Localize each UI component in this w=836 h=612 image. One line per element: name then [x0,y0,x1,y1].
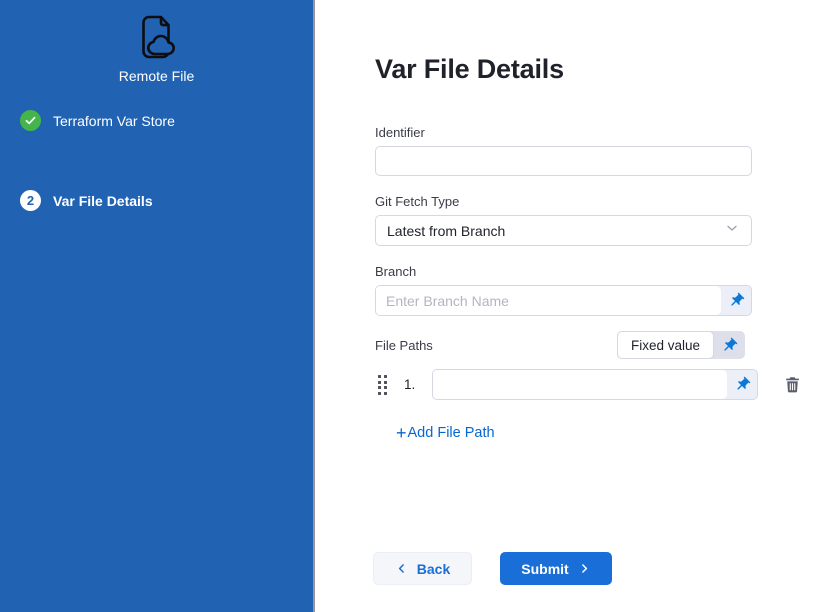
page-title: Var File Details [375,54,564,85]
sidebar-step-var-file-details[interactable]: 2 Var File Details [20,190,153,211]
file-path-input-group [432,369,758,400]
file-paths-type-group: Fixed value [617,331,745,359]
chevron-left-icon [395,562,408,575]
chevron-right-icon [578,562,591,575]
drag-handle-icon[interactable] [378,375,387,395]
branch-input[interactable] [376,286,721,315]
back-button[interactable]: Back [373,552,472,585]
identifier-label: Identifier [375,125,425,140]
wizard-sidebar: Remote File Terraform Var Store 2 Var Fi… [0,0,315,612]
add-file-path-button[interactable]: + Add File Path [396,424,495,442]
git-fetch-type-value: Latest from Branch [387,223,724,239]
chevron-down-icon [724,220,740,241]
file-path-pin-button[interactable] [727,370,757,399]
var-file-wizard: Remote File Terraform Var Store 2 Var Fi… [0,0,836,612]
file-path-row: 1. [315,368,836,401]
branch-pin-button[interactable] [721,286,751,315]
trash-icon [783,374,802,395]
sidebar-step-terraform-var-store[interactable]: Terraform Var Store [20,110,175,131]
pin-icon [721,337,738,354]
row-number: 1. [404,368,415,401]
plus-icon: + [396,424,407,442]
back-button-label: Back [417,561,450,577]
branch-label: Branch [375,264,416,279]
branch-input-group [375,285,752,316]
file-paths-label: File Paths [375,338,433,353]
identifier-input[interactable] [375,146,752,176]
fixed-value-selector[interactable]: Fixed value [617,331,714,359]
pin-icon [734,376,751,393]
remote-file-cloud-icon [131,12,183,64]
step-label: Var File Details [53,193,153,209]
add-file-path-label: Add File Path [408,425,495,441]
store-type-label: Remote File [0,68,313,84]
file-paths-header: File Paths Fixed value [375,331,745,359]
git-fetch-type-label: Git Fetch Type [375,194,459,209]
submit-button-label: Submit [521,561,568,577]
step-label: Terraform Var Store [53,113,175,129]
file-paths-pin-button[interactable] [714,331,745,359]
delete-row-button[interactable] [783,374,802,400]
var-file-details-panel: Var File Details Identifier Git Fetch Ty… [315,0,836,612]
git-fetch-type-select[interactable]: Latest from Branch [375,215,752,246]
check-circle-icon [20,110,41,131]
submit-button[interactable]: Submit [500,552,612,585]
pin-icon [728,292,745,309]
store-type-header: Remote File [0,12,313,84]
file-path-input[interactable] [433,370,727,399]
step-number-badge: 2 [20,190,41,211]
